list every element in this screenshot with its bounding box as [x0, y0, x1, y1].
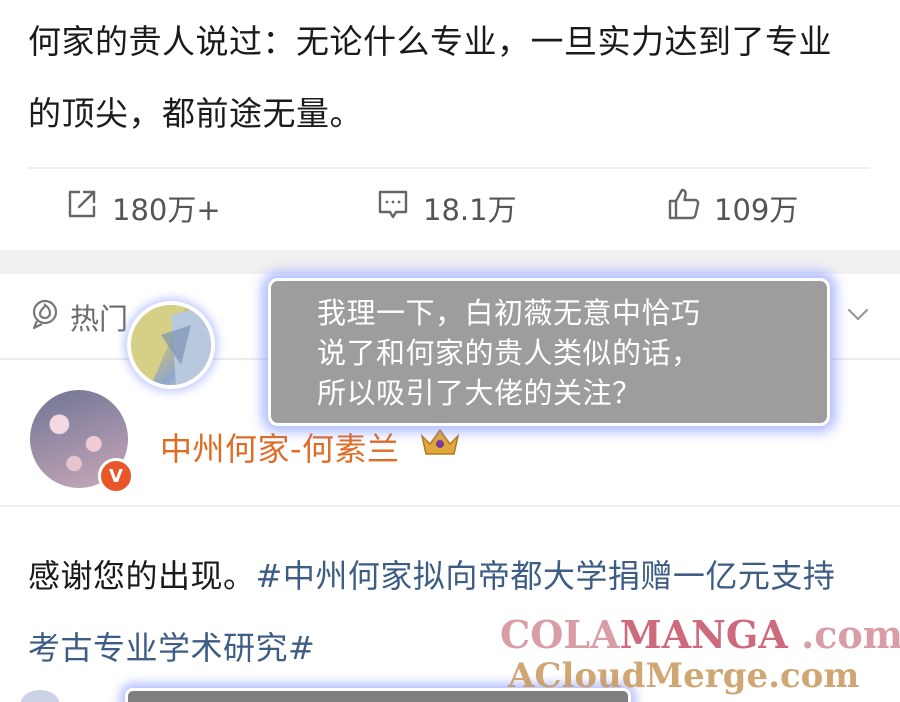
comment-line-1: 感谢您的出现。#中州何家拟向帝都大学捐赠一亿元支持 — [28, 540, 878, 612]
hot-icon — [28, 297, 62, 338]
comment-button[interactable]: 18.1万 — [375, 186, 517, 229]
crown-badge-icon — [418, 426, 462, 458]
share-count: 180万+ — [112, 192, 221, 227]
hashtag-link[interactable]: #中州何家拟向帝都大学捐赠一亿元支持 — [256, 557, 836, 595]
comment-text-plain: 感谢您的出现。 — [28, 557, 256, 595]
comment-count: 18.1万 — [423, 192, 517, 227]
post-text-line-1: 何家的贵人说过：无论什么专业，一旦实力达到了专业 — [28, 22, 832, 61]
like-button[interactable]: 109万 — [666, 186, 798, 229]
watermark-part-2: MANGA — [619, 612, 788, 657]
post-body: 何家的贵人说过：无论什么专业，一旦实力达到了专业 的顶尖，都前途无量。 — [28, 6, 868, 150]
tab-hot-label: 热门 — [70, 302, 129, 336]
bubble-line-3: 所以吸引了大佬的关注？ — [317, 376, 642, 410]
watermark-part-1: COLA — [500, 612, 620, 657]
watermark-line-1: COLAMANGA .com — [500, 612, 900, 657]
comment-divider — [0, 505, 900, 507]
post-divider — [28, 167, 870, 169]
verified-badge-icon: V — [98, 458, 134, 494]
section-separator — [0, 250, 900, 274]
share-icon — [64, 186, 100, 229]
speech-bubble: 我理一下，白初薇无意中恰巧 说了和何家的贵人类似的话， 所以吸引了大佬的关注？ — [268, 278, 830, 426]
chevron-down-icon[interactable] — [844, 300, 872, 328]
tab-hot[interactable]: 热门 — [28, 296, 128, 338]
watermark-part-3: .com — [787, 612, 900, 657]
manga-page: 何家的贵人说过：无论什么专业，一旦实力达到了专业 的顶尖，都前途无量。 180万… — [0, 0, 900, 702]
watermark-line-2: ACloudMerge.com — [508, 656, 860, 696]
comment-icon — [375, 186, 411, 229]
like-count: 109万 — [714, 192, 799, 227]
watermark: COLAMANGA .com ACloudMerge.com — [500, 612, 900, 702]
bubble-line-1: 我理一下，白初薇无意中恰巧 — [317, 296, 701, 330]
post-actions-bar: 180万+ 18.1万 109万 — [0, 180, 900, 236]
post-text-line-2: 的顶尖，都前途无量。 — [28, 94, 363, 133]
avatar — [20, 690, 60, 702]
bubble-line-2: 说了和何家的贵人类似的话， — [317, 336, 701, 370]
share-button[interactable]: 180万+ — [64, 186, 221, 229]
thumbs-up-icon — [666, 186, 702, 229]
comment-author-name[interactable]: 中州何家-何素兰 — [160, 424, 400, 470]
